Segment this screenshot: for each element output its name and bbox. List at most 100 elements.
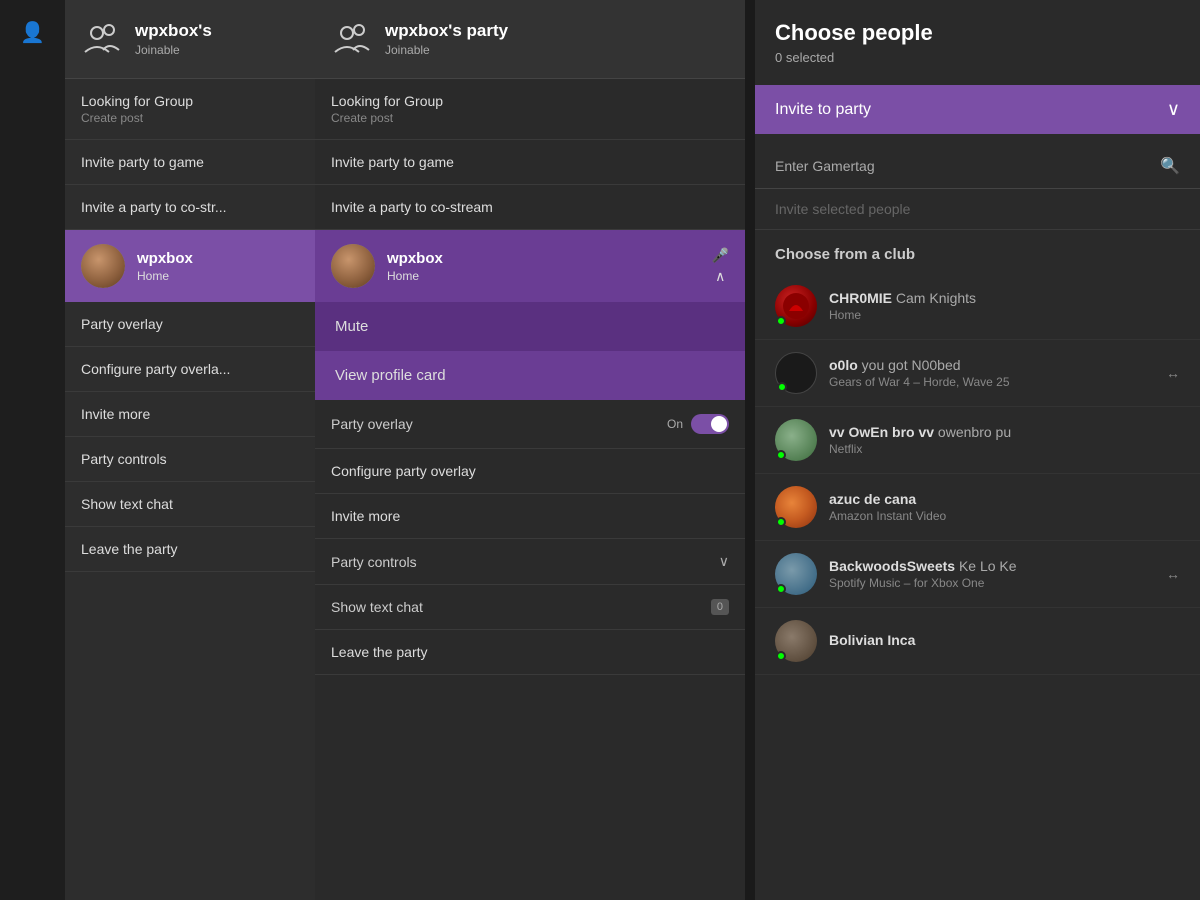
friend-info-chr0mie: CHR0MIE Cam Knights Home bbox=[829, 290, 976, 322]
configure-overlay-label-left: Configure party overla... bbox=[81, 361, 299, 377]
friend-actions-backwoods: ↔ bbox=[1166, 566, 1180, 582]
view-profile-label: View profile card bbox=[335, 367, 446, 384]
user-card-left[interactable]: wpxbox Home bbox=[65, 230, 315, 302]
view-profile-item[interactable]: View profile card bbox=[315, 351, 745, 400]
avatar-vv bbox=[775, 419, 817, 461]
lfg-label-mid: Looking for Group bbox=[331, 93, 729, 109]
panel-right: Choose people 0 selected Invite to party… bbox=[755, 0, 1200, 900]
panel-left-party-icon bbox=[81, 18, 123, 60]
leave-party-label-mid: Leave the party bbox=[331, 644, 729, 660]
invite-party-game-mid[interactable]: Invite party to game bbox=[315, 140, 745, 185]
user-card-middle[interactable]: wpxbox Home 🎤 ∧ bbox=[315, 230, 745, 302]
invite-party-game[interactable]: Invite party to game bbox=[65, 140, 315, 185]
user-card-name-middle: wpxbox bbox=[387, 250, 443, 267]
friend-detail-vv: Netflix bbox=[829, 442, 1011, 456]
leave-party-mid[interactable]: Leave the party bbox=[315, 630, 745, 675]
party-overlay-label-left: Party overlay bbox=[81, 316, 299, 332]
invite-more-mid[interactable]: Invite more bbox=[315, 494, 745, 539]
panel-middle: wpxbox's party Joinable Looking for Grou… bbox=[315, 0, 745, 900]
invite-selected-button[interactable]: Invite selected people bbox=[755, 189, 1200, 230]
friend-item-backwoods[interactable]: BackwoodsSweets Ke Lo Ke Spotify Music –… bbox=[755, 541, 1200, 608]
invite-party-costream[interactable]: Invite a party to co-str... bbox=[65, 185, 315, 230]
panel-middle-header: wpxbox's party Joinable bbox=[315, 0, 745, 79]
party-overlay-left[interactable]: Party overlay bbox=[65, 302, 315, 347]
invite-dropdown[interactable]: Invite to party ∨ bbox=[755, 85, 1200, 134]
mute-item[interactable]: Mute bbox=[315, 302, 745, 351]
invite-selected-label: Invite selected people bbox=[775, 201, 910, 217]
friend-info-o0lo: o0lo you got N00bed Gears of War 4 – Hor… bbox=[829, 357, 1010, 389]
user-avatar-img-middle bbox=[331, 244, 375, 288]
party-overlay-mid[interactable]: Party overlay On bbox=[315, 400, 745, 449]
party-controls-left[interactable]: Party controls bbox=[65, 437, 315, 482]
user-avatar-img-left bbox=[81, 244, 125, 288]
friend-info-backwoods: BackwoodsSweets Ke Lo Ke Spotify Music –… bbox=[829, 558, 1017, 590]
user-avatar-middle bbox=[331, 244, 375, 288]
party-controls-chevron[interactable]: ∨ bbox=[719, 553, 729, 570]
panel-left-header-text: wpxbox's Joinable bbox=[135, 21, 212, 57]
player-icon: 👤 bbox=[0, 0, 65, 65]
panel-left-title: wpxbox's bbox=[135, 21, 212, 41]
leave-party-label-left: Leave the party bbox=[81, 541, 299, 557]
configure-overlay-mid[interactable]: Configure party overlay bbox=[315, 449, 745, 494]
text-chat-badge: 0 bbox=[711, 599, 729, 615]
user-card-status-left: Home bbox=[137, 269, 193, 283]
avatar-o0lo bbox=[775, 352, 817, 394]
right-panel-header: Choose people 0 selected bbox=[755, 0, 1200, 75]
friend-item-bolivian[interactable]: Bolivian Inca bbox=[755, 608, 1200, 675]
lfg-create-post[interactable]: Looking for Group Create post bbox=[65, 79, 315, 140]
panel-left-header: wpxbox's Joinable bbox=[65, 0, 315, 79]
party-overlay-toggle[interactable] bbox=[691, 414, 729, 434]
friend-name-azuc: azuc de cana bbox=[829, 491, 946, 507]
invite-party-costream-label-mid: Invite a party to co-stream bbox=[331, 199, 729, 215]
avatar-bolivian bbox=[775, 620, 817, 662]
friend-item-chr0mie[interactable]: CHR0MIE Cam Knights Home bbox=[755, 273, 1200, 340]
status-dot-bolivian bbox=[776, 651, 786, 661]
status-dot-vv bbox=[776, 450, 786, 460]
friend-info-azuc: azuc de cana Amazon Instant Video bbox=[829, 491, 946, 523]
panel-left-subtitle: Joinable bbox=[135, 43, 212, 57]
party-controls-mid[interactable]: Party controls ∨ bbox=[315, 539, 745, 585]
gamertag-placeholder: Enter Gamertag bbox=[775, 158, 875, 174]
choose-from-club-label: Choose from a club bbox=[755, 230, 1200, 273]
mute-label: Mute bbox=[335, 318, 368, 335]
friend-detail-azuc: Amazon Instant Video bbox=[829, 509, 946, 523]
selected-count: 0 selected bbox=[775, 50, 1180, 65]
party-controls-label-left: Party controls bbox=[81, 451, 299, 467]
panel-middle-party-icon bbox=[331, 18, 373, 60]
show-text-chat-mid[interactable]: Show text chat 0 bbox=[315, 585, 745, 630]
avatar-chr0mie bbox=[775, 285, 817, 327]
invite-dropdown-label: Invite to party bbox=[775, 101, 871, 119]
chevron-up-icon[interactable]: ∧ bbox=[715, 268, 725, 285]
invite-party-costream-mid[interactable]: Invite a party to co-stream bbox=[315, 185, 745, 230]
user-card-actions-middle: 🎤 ∧ bbox=[712, 247, 729, 285]
user-card-name-left: wpxbox bbox=[137, 250, 193, 267]
friend-info-bolivian: Bolivian Inca bbox=[829, 632, 915, 650]
friend-detail-chr0mie: Home bbox=[829, 308, 976, 322]
status-dot-o0lo bbox=[777, 382, 787, 392]
invite-more-label-mid: Invite more bbox=[331, 508, 729, 524]
toggle-on-label: On bbox=[667, 417, 683, 431]
panel-left: wpxbox's Joinable Looking for Group Crea… bbox=[65, 0, 315, 900]
status-dot-azuc bbox=[776, 517, 786, 527]
invite-more-left[interactable]: Invite more bbox=[65, 392, 315, 437]
search-icon[interactable]: 🔍 bbox=[1160, 156, 1180, 176]
configure-overlay-label-mid: Configure party overlay bbox=[331, 463, 729, 479]
friend-item-vv[interactable]: vv OwEn bro vv owenbro pu Netflix bbox=[755, 407, 1200, 474]
friend-name-chr0mie: CHR0MIE Cam Knights bbox=[829, 290, 976, 306]
far-left-strip: 👤 bbox=[0, 0, 65, 900]
panel-middle-subtitle: Joinable bbox=[385, 43, 508, 57]
invite-party-game-label-mid: Invite party to game bbox=[331, 154, 729, 170]
lfg-create-post-mid[interactable]: Looking for Group Create post bbox=[315, 79, 745, 140]
gamertag-search-row[interactable]: Enter Gamertag 🔍 bbox=[755, 144, 1200, 189]
text-chat-label-left: Show text chat bbox=[81, 496, 299, 512]
panel-middle-title: wpxbox's party bbox=[385, 21, 508, 41]
leave-party-left[interactable]: Leave the party bbox=[65, 527, 315, 572]
show-text-chat-left[interactable]: Show text chat bbox=[65, 482, 315, 527]
lfg-label: Looking for Group bbox=[81, 93, 299, 109]
friend-item-azuc[interactable]: azuc de cana Amazon Instant Video bbox=[755, 474, 1200, 541]
friend-detail-o0lo: Gears of War 4 – Horde, Wave 25 bbox=[829, 375, 1010, 389]
user-card-status-middle: Home bbox=[387, 269, 443, 283]
friend-item-o0lo[interactable]: o0lo you got N00bed Gears of War 4 – Hor… bbox=[755, 340, 1200, 407]
configure-party-overlay-left[interactable]: Configure party overla... bbox=[65, 347, 315, 392]
user-card-info-middle: wpxbox Home bbox=[387, 250, 443, 283]
